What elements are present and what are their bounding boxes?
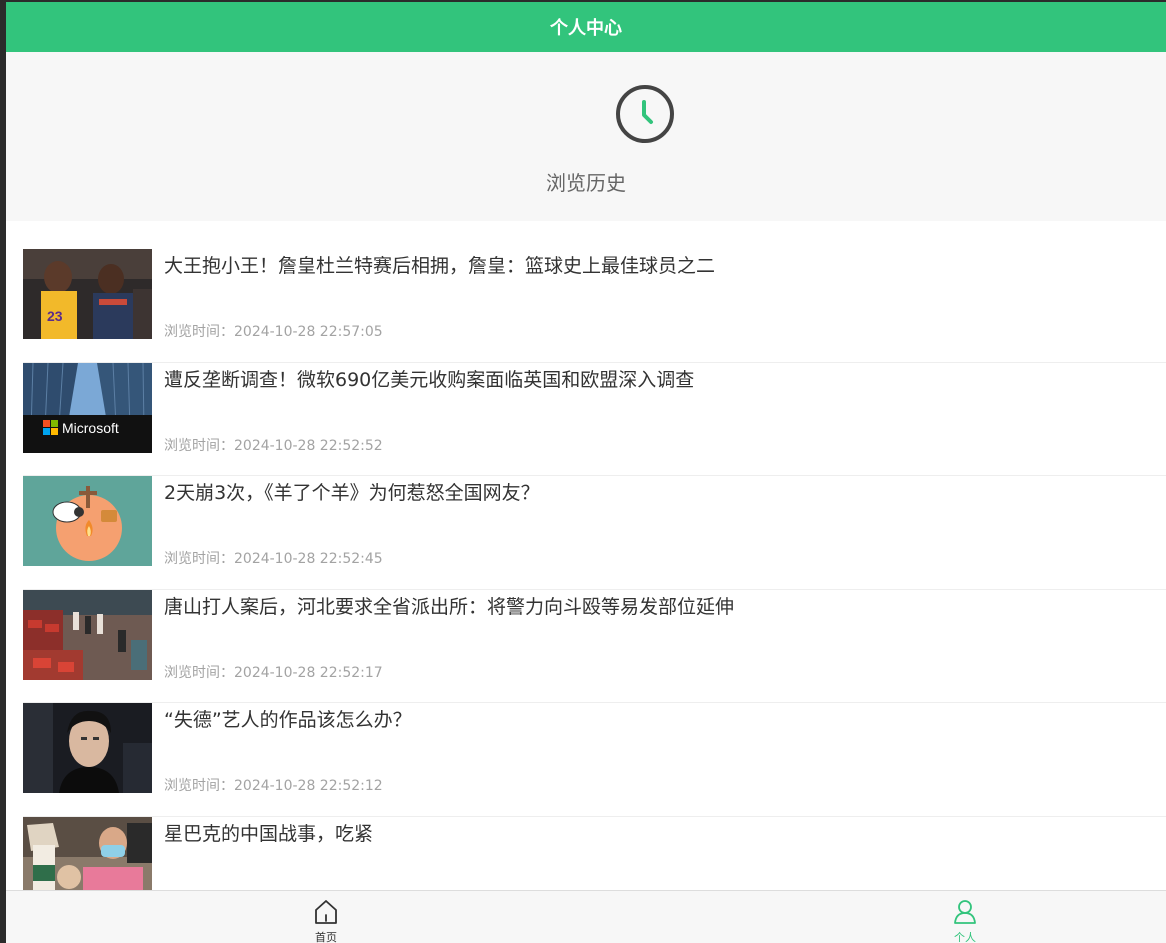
history-item-title: 大王抱小王！詹皇杜兰特赛后相拥，詹皇：篮球史上最佳球员之二 bbox=[164, 255, 716, 277]
microsoft-building-thumbnail[interactable]: Microsoft bbox=[23, 362, 152, 453]
tab-home[interactable]: 首页 bbox=[296, 891, 356, 943]
history-item[interactable]: 2天崩3次，《羊了个羊》为何惹怒全国网友？ 浏览时间：2024-10-28 22… bbox=[23, 476, 1166, 590]
browse-history-section[interactable]: 浏览历史 bbox=[6, 52, 1166, 221]
tab-home-label: 首页 bbox=[315, 931, 337, 943]
page-title: 个人中心 bbox=[550, 18, 622, 39]
history-item-title: 遭反垄断调查！微软690亿美元收购案面临英国和欧盟深入调查 bbox=[164, 368, 695, 391]
history-item-title: “失德”艺人的作品该怎么办？ bbox=[164, 709, 412, 731]
history-item[interactable]: 唐山打人案后，河北要求全省派出所：将警力向斗殴等易发部位延伸 浏览时间：2024… bbox=[23, 589, 1166, 703]
history-list: 23 大王抱小王！詹皇杜兰特赛后相拥，詹皇：篮球史上最佳球员之二 浏览时间：20… bbox=[23, 249, 1166, 930]
basketball-players-thumbnail[interactable]: 23 bbox=[23, 249, 152, 339]
history-item[interactable]: Microsoft 遭反垄断调查！微软690亿美元收购案面临英国和欧盟深入调查 … bbox=[23, 362, 1166, 476]
history-item-time: 浏览时间：2024-10-28 22:52:45 bbox=[164, 551, 383, 567]
history-item-time: 浏览时间：2024-10-28 22:52:12 bbox=[164, 778, 383, 794]
svg-text:23: 23 bbox=[47, 308, 63, 324]
history-item-time: 浏览时间：2024-10-28 22:57:05 bbox=[164, 324, 383, 340]
actor-portrait-thumbnail[interactable] bbox=[23, 703, 152, 793]
microsoft-wordmark: Microsoft bbox=[62, 420, 119, 436]
app-window: 个人中心 浏览历史 23 大王抱小王！詹皇杜兰特赛后相拥，詹皇：篮球史上最佳球员… bbox=[6, 2, 1166, 943]
history-item-title: 2天崩3次，《羊了个羊》为何惹怒全国网友？ bbox=[164, 482, 540, 504]
tab-profile[interactable]: 个人 bbox=[935, 891, 995, 943]
clock-icon bbox=[616, 85, 674, 143]
history-item[interactable]: 23 大王抱小王！詹皇杜兰特赛后相拥，詹皇：篮球史上最佳球员之二 浏览时间：20… bbox=[23, 249, 1166, 363]
home-icon bbox=[315, 900, 337, 924]
browse-history-label: 浏览历史 bbox=[546, 171, 626, 195]
history-item[interactable]: “失德”艺人的作品该怎么办？ 浏览时间：2024-10-28 22:52:12 bbox=[23, 703, 1166, 817]
history-item-time: 浏览时间：2024-10-28 22:52:17 bbox=[164, 664, 383, 681]
tab-profile-label: 个人 bbox=[954, 931, 976, 943]
history-item-time: 浏览时间：2024-10-28 22:52:52 bbox=[164, 437, 383, 454]
surveillance-scene-thumbnail[interactable] bbox=[23, 589, 152, 680]
sheep-game-thumbnail[interactable] bbox=[23, 476, 152, 566]
user-icon bbox=[954, 900, 976, 924]
bottom-tab-bar: 首页 个人 bbox=[6, 890, 1166, 943]
history-item-title: 唐山打人案后，河北要求全省派出所：将警力向斗殴等易发部位延伸 bbox=[164, 595, 735, 618]
top-bar: 个人中心 bbox=[6, 2, 1166, 52]
history-item-title: 星巴克的中国战事，吃紧 bbox=[164, 822, 374, 845]
